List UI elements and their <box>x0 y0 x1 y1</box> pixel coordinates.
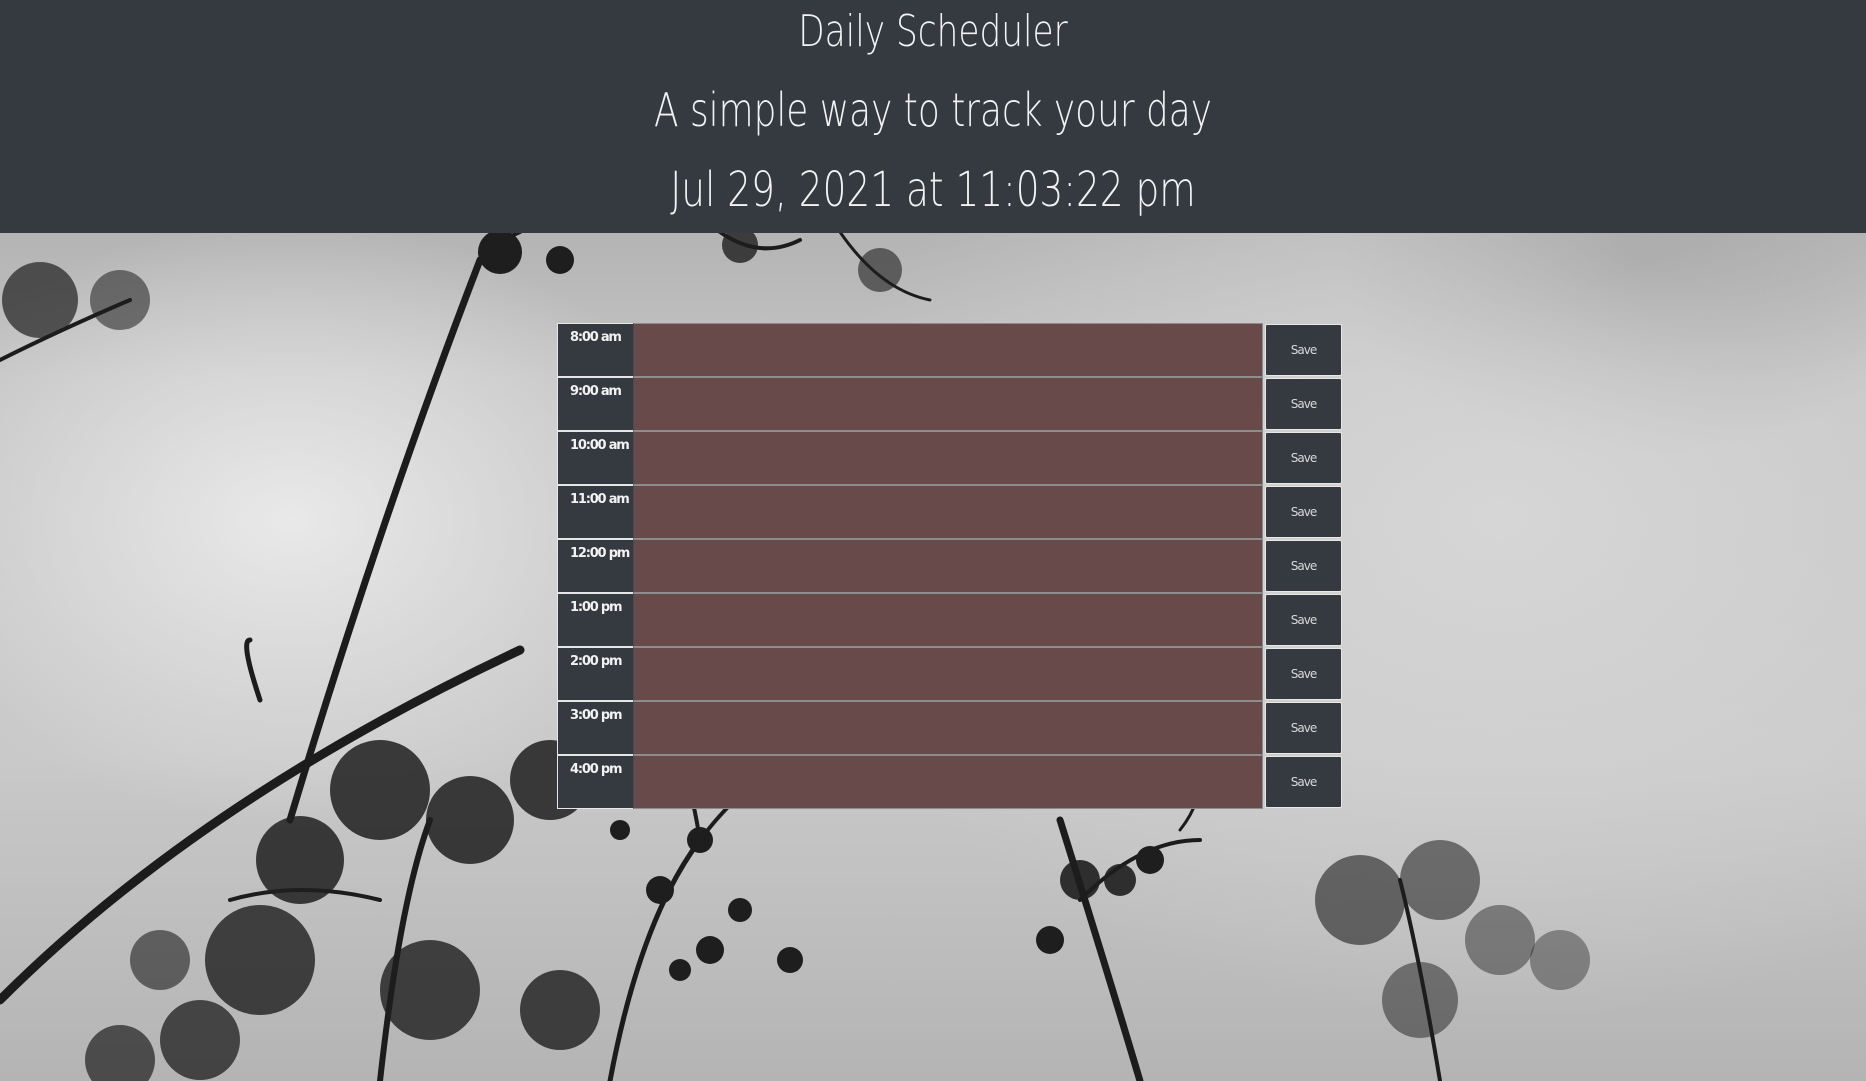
time-block-description[interactable] <box>633 539 1263 593</box>
time-block-row: 11:00 am Save <box>557 485 1343 539</box>
time-block-description[interactable] <box>633 647 1263 701</box>
time-block-row: 2:00 pm Save <box>557 647 1343 701</box>
description-input[interactable] <box>634 756 1262 808</box>
description-input[interactable] <box>634 324 1262 376</box>
hour-label: 3:00 pm <box>557 701 633 755</box>
time-block-description[interactable] <box>633 377 1263 431</box>
page-header: Daily Scheduler A simple way to track yo… <box>0 0 1866 233</box>
hour-label: 8:00 am <box>557 323 633 377</box>
current-datetime: Jul 29, 2021 at 11:03:22 pm <box>670 162 1196 218</box>
description-input[interactable] <box>634 702 1262 754</box>
time-block-description[interactable] <box>633 755 1263 809</box>
hour-label: 10:00 am <box>557 431 633 485</box>
save-button[interactable]: Save <box>1265 594 1342 646</box>
time-block-description[interactable] <box>633 701 1263 755</box>
save-button[interactable]: Save <box>1265 486 1342 538</box>
time-block-row: 12:00 pm Save <box>557 539 1343 593</box>
description-input[interactable] <box>634 378 1262 430</box>
description-input[interactable] <box>634 486 1262 538</box>
page-subtitle: A simple way to track your day <box>654 83 1212 137</box>
description-input[interactable] <box>634 648 1262 700</box>
description-input[interactable] <box>634 432 1262 484</box>
description-input[interactable] <box>634 540 1262 592</box>
time-block-row: 4:00 pm Save <box>557 755 1343 809</box>
save-button[interactable]: Save <box>1265 378 1342 430</box>
hour-label: 2:00 pm <box>557 647 633 701</box>
time-block-list: 8:00 am Save 9:00 am Save 10:00 am Save … <box>557 323 1343 809</box>
page-title: Daily Scheduler <box>798 6 1068 57</box>
save-button[interactable]: Save <box>1265 432 1342 484</box>
time-block-description[interactable] <box>633 485 1263 539</box>
time-block-description[interactable] <box>633 323 1263 377</box>
time-block-row: 10:00 am Save <box>557 431 1343 485</box>
hour-label: 11:00 am <box>557 485 633 539</box>
save-button[interactable]: Save <box>1265 324 1342 376</box>
hour-label: 1:00 pm <box>557 593 633 647</box>
hour-label: 12:00 pm <box>557 539 633 593</box>
time-block-row: 1:00 pm Save <box>557 593 1343 647</box>
save-button[interactable]: Save <box>1265 756 1342 808</box>
time-block-description[interactable] <box>633 431 1263 485</box>
hour-label: 4:00 pm <box>557 755 633 809</box>
save-button[interactable]: Save <box>1265 540 1342 592</box>
time-block-row: 8:00 am Save <box>557 323 1343 377</box>
save-button[interactable]: Save <box>1265 702 1342 754</box>
time-block-row: 9:00 am Save <box>557 377 1343 431</box>
hour-label: 9:00 am <box>557 377 633 431</box>
save-button[interactable]: Save <box>1265 648 1342 700</box>
time-block-row: 3:00 pm Save <box>557 701 1343 755</box>
description-input[interactable] <box>634 594 1262 646</box>
time-block-description[interactable] <box>633 593 1263 647</box>
